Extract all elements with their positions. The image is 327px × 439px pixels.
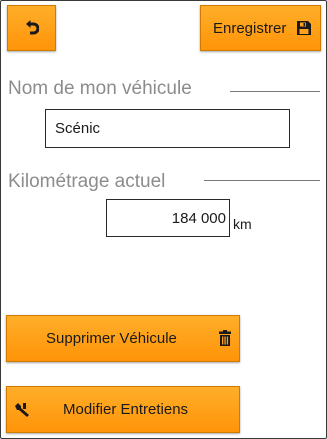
- delete-vehicle-button[interactable]: Supprimer Véhicule: [6, 315, 240, 362]
- vehicle-name-input[interactable]: [45, 109, 290, 148]
- vehicle-name-title: Nom de mon véhicule: [8, 78, 192, 99]
- edit-maintenance-button[interactable]: Modifier Entretiens: [6, 386, 240, 433]
- save-button-label: Enregistrer: [213, 19, 287, 37]
- wrench-icon: [14, 403, 30, 417]
- undo-arrow-icon: [25, 20, 39, 36]
- delete-vehicle-label: Supprimer Véhicule: [46, 330, 177, 347]
- edit-maintenance-label: Modifier Entretiens: [63, 401, 189, 418]
- mileage-divider: [204, 180, 320, 181]
- back-button[interactable]: [7, 5, 56, 51]
- trash-icon: [219, 330, 231, 346]
- mileage-title: Kilométrage actuel: [8, 171, 166, 192]
- vehicle-name-divider: [230, 91, 320, 92]
- mileage-unit: km: [233, 216, 252, 232]
- save-button[interactable]: Enregistrer: [200, 5, 321, 51]
- mileage-input[interactable]: [106, 199, 230, 237]
- floppy-disk-icon: [296, 20, 312, 36]
